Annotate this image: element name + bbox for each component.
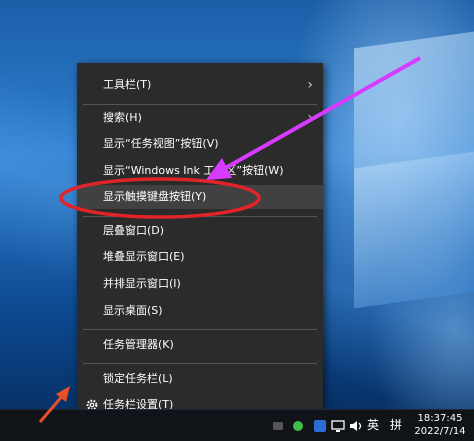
menu-item-label: 显示“任务视图”按钮(V) bbox=[103, 137, 219, 150]
taskbar-context-menu: 工具栏(T) › 搜索(H) › 显示“任务视图”按钮(V) 显示“Window… bbox=[77, 63, 323, 421]
network-icon[interactable] bbox=[330, 418, 346, 434]
ime-language-indicator[interactable]: 英 bbox=[367, 416, 379, 433]
menu-separator bbox=[83, 104, 317, 105]
menu-item-lock-taskbar[interactable]: 锁定任务栏(L) bbox=[77, 367, 323, 391]
menu-item-label: 锁定任务栏(L) bbox=[103, 372, 173, 385]
menu-item-search[interactable]: 搜索(H) › bbox=[77, 106, 323, 130]
menu-separator bbox=[83, 363, 317, 364]
menu-item-touch-keyboard-button[interactable]: 显示触摸键盘按钮(Y) bbox=[77, 185, 323, 209]
menu-item-stack-windows[interactable]: 堆叠显示窗口(E) bbox=[77, 245, 323, 269]
menu-separator bbox=[83, 329, 317, 330]
menu-separator bbox=[83, 216, 317, 217]
menu-item-label: 搜索(H) bbox=[103, 111, 142, 124]
menu-item-label: 并排显示窗口(I) bbox=[103, 277, 181, 290]
menu-item-side-by-side[interactable]: 并排显示窗口(I) bbox=[77, 272, 323, 296]
chevron-right-icon: › bbox=[307, 110, 313, 126]
menu-item-label: 层叠窗口(D) bbox=[103, 224, 165, 237]
system-clock[interactable]: 18:37:45 2022/7/14 bbox=[410, 412, 470, 438]
taskbar[interactable]: 英 拼 18:37:45 2022/7/14 bbox=[0, 409, 474, 441]
menu-item-label: 堆叠显示窗口(E) bbox=[103, 250, 185, 263]
tray-app-icon[interactable] bbox=[312, 418, 328, 434]
security-icon[interactable] bbox=[290, 418, 306, 434]
chevron-right-icon: › bbox=[307, 77, 313, 93]
clock-time: 18:37:45 bbox=[417, 413, 463, 424]
menu-item-label: 任务管理器(K) bbox=[103, 338, 174, 351]
menu-item-label: 显示“Windows Ink 工作区”按钮(W) bbox=[103, 164, 284, 177]
menu-item-windows-ink-button[interactable]: 显示“Windows Ink 工作区”按钮(W) bbox=[77, 159, 323, 183]
menu-item-cascade-windows[interactable]: 层叠窗口(D) bbox=[77, 219, 323, 243]
menu-item-label: 显示桌面(S) bbox=[103, 304, 163, 317]
tray-app-icon[interactable] bbox=[270, 418, 286, 434]
menu-item-toolbars[interactable]: 工具栏(T) › bbox=[77, 73, 323, 97]
menu-item-label: 工具栏(T) bbox=[103, 78, 152, 91]
menu-item-task-view-button[interactable]: 显示“任务视图”按钮(V) bbox=[77, 132, 323, 156]
ime-mode-indicator[interactable]: 拼 bbox=[390, 416, 402, 433]
volume-icon[interactable] bbox=[348, 418, 364, 434]
menu-item-show-desktop[interactable]: 显示桌面(S) bbox=[77, 299, 323, 323]
menu-item-label: 显示触摸键盘按钮(Y) bbox=[103, 190, 207, 203]
clock-date: 2022/7/14 bbox=[414, 426, 466, 437]
wallpaper-window-pane bbox=[354, 151, 474, 309]
menu-item-task-manager[interactable]: 任务管理器(K) bbox=[77, 333, 323, 357]
